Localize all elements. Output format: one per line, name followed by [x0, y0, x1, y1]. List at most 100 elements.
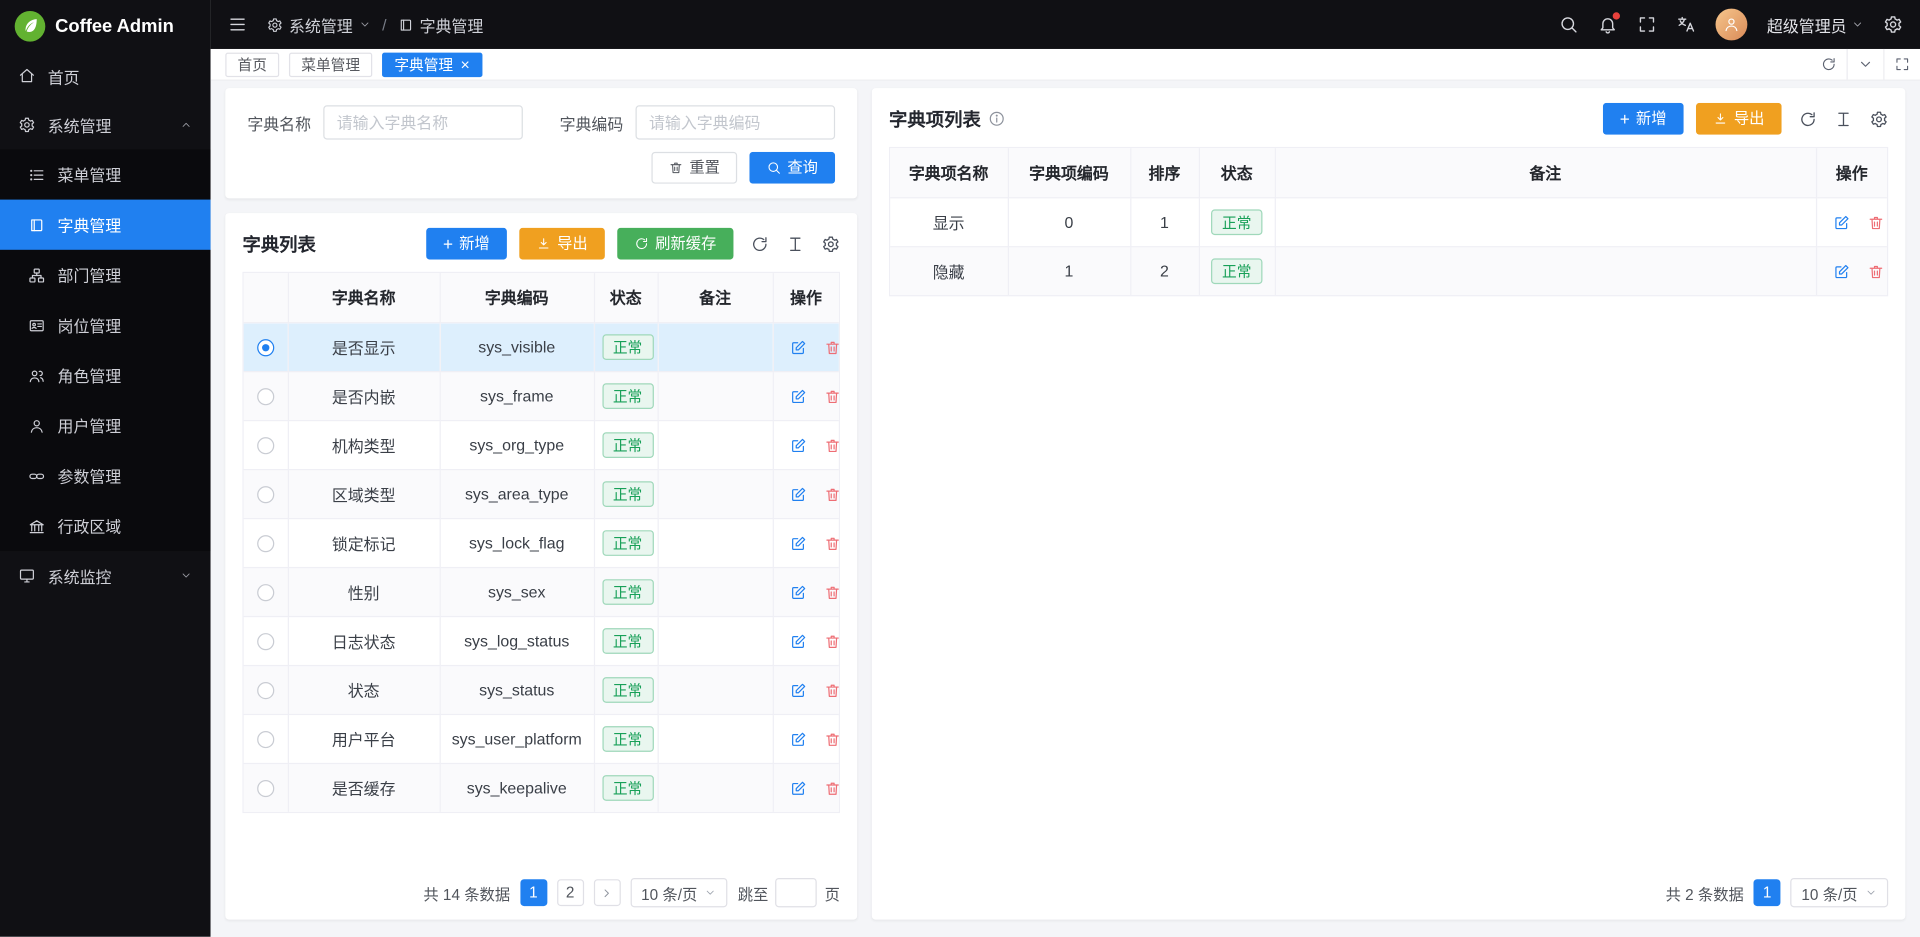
table-row[interactable]: 机构类型sys_org_type正常 [244, 420, 839, 469]
sidebar-item-system-management[interactable]: 系统管理 [0, 100, 211, 149]
edit-icon[interactable] [789, 780, 806, 797]
sidebar-item-role-management[interactable]: 角色管理 [0, 350, 211, 400]
row-select-radio[interactable] [257, 584, 274, 601]
table-refresh-button[interactable] [1799, 110, 1817, 128]
delete-icon[interactable] [823, 584, 838, 601]
delete-icon[interactable] [823, 731, 838, 748]
row-select-radio[interactable] [257, 535, 274, 552]
delete-icon[interactable] [823, 682, 838, 699]
breadcrumb-system-management[interactable]: 系统管理 [267, 13, 371, 36]
page-1-button[interactable]: 1 [1754, 879, 1781, 906]
delete-icon[interactable] [823, 388, 838, 405]
add-dict-item-button[interactable]: + 新增 [1603, 103, 1684, 135]
add-dict-button[interactable]: + 新增 [426, 228, 507, 260]
sidebar-item-system-monitor[interactable]: 系统监控 [0, 551, 211, 600]
sidebar-item-department-management[interactable]: 部门管理 [0, 250, 211, 300]
avatar[interactable] [1716, 9, 1748, 41]
cell-code: sys_lock_flag [440, 518, 594, 567]
sidebar-item-menu-management[interactable]: 菜单管理 [0, 149, 211, 199]
dict-code-input[interactable] [636, 105, 836, 139]
row-select-radio[interactable] [257, 780, 274, 797]
table-settings-button[interactable] [822, 234, 840, 252]
delete-icon[interactable] [823, 339, 838, 356]
table-row[interactable]: 显示01正常 [890, 197, 1887, 246]
delete-icon[interactable] [823, 437, 838, 454]
sidebar-item-admin-region[interactable]: 行政区域 [0, 501, 211, 551]
row-select-radio[interactable] [257, 633, 274, 650]
sidebar-item-user-management[interactable]: 用户管理 [0, 400, 211, 450]
app-logo[interactable]: Coffee Admin [0, 0, 211, 51]
export-dict-item-button[interactable]: 导出 [1696, 103, 1782, 135]
table-row[interactable]: 性别sys_sex正常 [244, 567, 839, 616]
row-select-radio[interactable] [257, 339, 274, 356]
delete-icon[interactable] [823, 780, 838, 797]
sidebar: Coffee Admin 首页 系统管理 菜单管理 字典管理 [0, 0, 211, 937]
edit-icon[interactable] [789, 682, 806, 699]
row-select-radio[interactable] [257, 486, 274, 503]
refresh-cache-button[interactable]: 刷新缓存 [617, 228, 733, 260]
close-icon[interactable]: × [460, 56, 469, 72]
notifications-button[interactable] [1598, 15, 1618, 35]
delete-icon[interactable] [1867, 214, 1884, 231]
content-fullscreen-button[interactable] [1883, 49, 1920, 80]
table-refresh-button[interactable] [751, 234, 769, 252]
user-menu[interactable]: 超级管理员 [1767, 13, 1864, 36]
collapse-sidebar-button[interactable] [228, 15, 248, 35]
tab-menu-management[interactable]: 菜单管理 [289, 52, 372, 76]
next-page-button[interactable] [593, 879, 620, 906]
settings-button[interactable] [1883, 15, 1903, 35]
sidebar-item-home[interactable]: 首页 [0, 51, 211, 100]
page-2-button[interactable]: 2 [557, 879, 584, 906]
tab-options-button[interactable] [1847, 49, 1884, 80]
delete-icon[interactable] [1867, 263, 1884, 280]
table-row[interactable]: 日志状态sys_log_status正常 [244, 616, 839, 665]
reset-button[interactable]: 重置 [651, 152, 737, 184]
table-row[interactable]: 锁定标记sys_lock_flag正常 [244, 518, 839, 567]
delete-icon[interactable] [823, 486, 838, 503]
query-button[interactable]: 查询 [749, 152, 835, 184]
edit-icon[interactable] [789, 584, 806, 601]
row-select-radio[interactable] [257, 682, 274, 699]
table-settings-button[interactable] [1870, 110, 1888, 128]
cell-remark [1275, 246, 1816, 295]
sidebar-item-dict-management[interactable]: 字典管理 [0, 200, 211, 250]
edit-icon[interactable] [1832, 214, 1849, 231]
tab-dict-management[interactable]: 字典管理 × [382, 52, 482, 76]
edit-icon[interactable] [789, 486, 806, 503]
search-button[interactable] [1559, 15, 1579, 35]
edit-icon[interactable] [789, 437, 806, 454]
edit-icon[interactable] [789, 731, 806, 748]
row-select-radio[interactable] [257, 437, 274, 454]
table-density-button[interactable] [786, 234, 804, 252]
jump-page-input[interactable] [776, 878, 818, 907]
edit-icon[interactable] [789, 388, 806, 405]
delete-icon[interactable] [823, 633, 838, 650]
delete-icon[interactable] [823, 535, 838, 552]
table-row[interactable]: 用户平台sys_user_platform正常 [244, 714, 839, 763]
table-row[interactable]: 隐藏12正常 [890, 246, 1887, 295]
refresh-page-button[interactable] [1810, 49, 1847, 80]
page-size-select[interactable]: 10 条/页 [630, 878, 728, 907]
export-dict-button[interactable]: 导出 [519, 228, 605, 260]
fullscreen-button[interactable] [1637, 15, 1657, 35]
row-select-radio[interactable] [257, 731, 274, 748]
edit-icon[interactable] [789, 535, 806, 552]
page-1-button[interactable]: 1 [520, 879, 547, 906]
language-button[interactable] [1676, 15, 1696, 35]
table-row[interactable]: 是否内嵌sys_frame正常 [244, 371, 839, 420]
dict-name-input[interactable] [323, 105, 523, 139]
table-row[interactable]: 状态sys_status正常 [244, 665, 839, 714]
edit-icon[interactable] [789, 633, 806, 650]
edit-icon[interactable] [789, 339, 806, 356]
table-row[interactable]: 是否缓存sys_keepalive正常 [244, 763, 839, 812]
tab-home[interactable]: 首页 [225, 52, 279, 76]
table-row[interactable]: 区域类型sys_area_type正常 [244, 469, 839, 518]
breadcrumb-dict-management[interactable]: 字典管理 [398, 13, 484, 36]
sidebar-item-post-management[interactable]: 岗位管理 [0, 300, 211, 350]
table-row[interactable]: 是否显示sys_visible正常 [244, 322, 839, 371]
row-select-radio[interactable] [257, 388, 274, 405]
sidebar-item-param-management[interactable]: 参数管理 [0, 451, 211, 501]
table-density-button[interactable] [1834, 110, 1852, 128]
edit-icon[interactable] [1832, 263, 1849, 280]
page-size-select[interactable]: 10 条/页 [1790, 878, 1888, 907]
